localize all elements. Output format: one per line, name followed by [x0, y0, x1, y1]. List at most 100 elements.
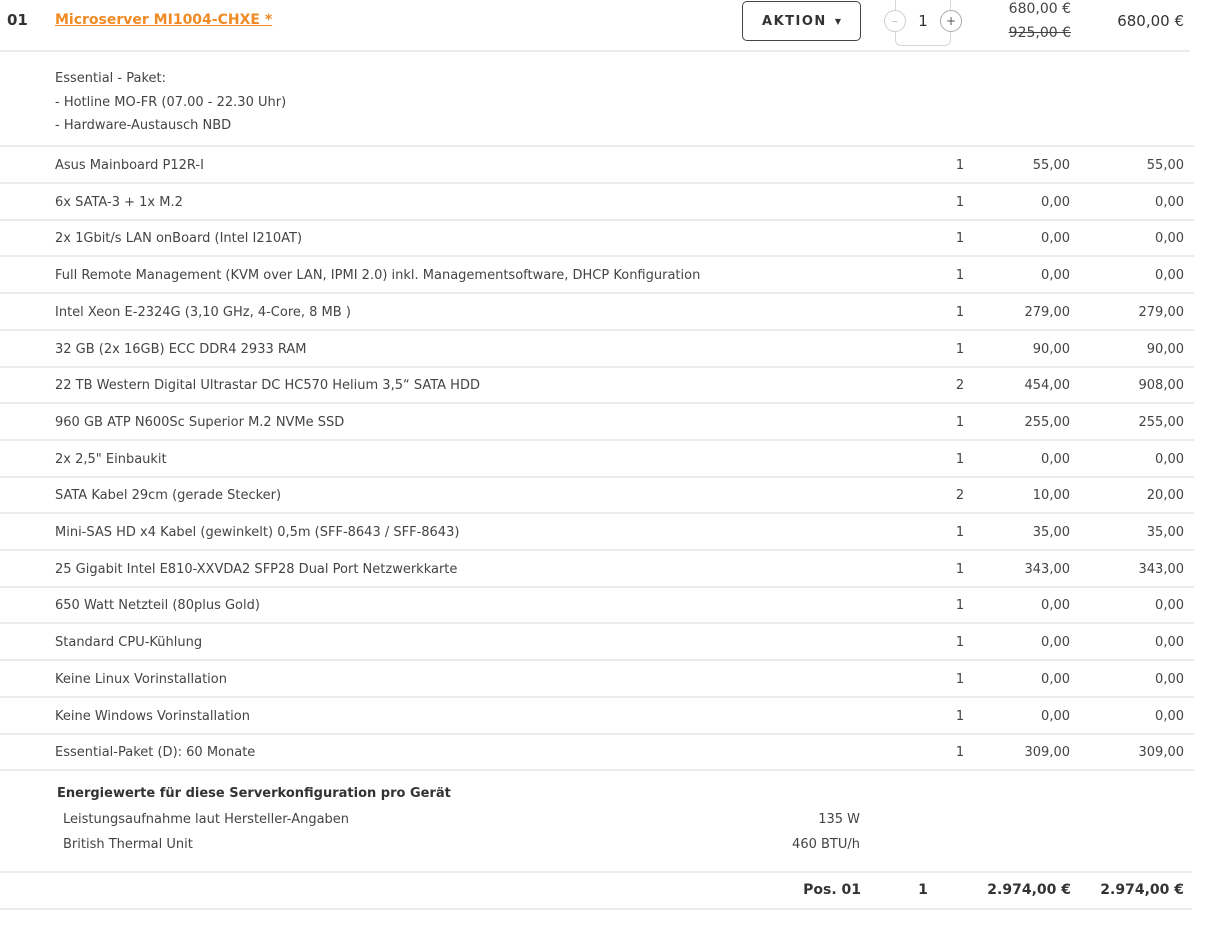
component-sum: 309,00 — [1138, 745, 1185, 761]
component-row: SATA Kabel 29cm (gerade Stecker) 2 10,00 20… — [0, 477, 1194, 515]
component-row: 650 Watt Netzteil (80plus Gold) 1 0,00 0,00 — [0, 587, 1194, 625]
component-quantity: 1 — [955, 158, 965, 173]
component-description: Mini-SAS HD x4 Kabel (gewinkelt) 0,5m (S… — [55, 525, 460, 540]
component-row: 960 GB ATP N600Sc Superior M.2 NVMe SSD 1… — [0, 404, 1194, 441]
component-description: Keine Windows Vorinstallation — [55, 708, 250, 724]
quantity-value[interactable]: 1 — [912, 12, 934, 30]
component-unit-price: 343,00 — [1024, 561, 1071, 577]
energy-separator — [0, 871, 1192, 873]
component-unit-price: 0,00 — [1041, 671, 1070, 687]
component-row: Keine Linux Vorinstallation 1 0,00 0,00 — [0, 661, 1194, 698]
component-unit-price: 10,00 — [1032, 488, 1070, 504]
component-row: Essential-Paket (D): 60 Monate 1 309,00 309… — [0, 734, 1194, 772]
footer-sum-total: 2.974,00 € — [1100, 882, 1184, 898]
aktion-label: AKTION — [762, 13, 827, 29]
component-sum: 90,00 — [1146, 341, 1184, 357]
component-description: 22 TB Western Digital Ultrastar DC HC570… — [55, 378, 480, 394]
component-quantity: 1 — [955, 451, 965, 467]
package-line: - Hotline MO-FR (07.00 - 22.30 Uhr) — [55, 94, 287, 110]
component-unit-price: 0,00 — [1041, 194, 1070, 210]
component-sum: 0,00 — [1155, 635, 1184, 651]
unit-price-original: 925,00 € — [1008, 25, 1071, 41]
component-sum: 908,00 — [1138, 378, 1185, 394]
component-description: Asus Mainboard P12R-I — [55, 158, 204, 173]
component-unit-price: 0,00 — [1041, 635, 1070, 651]
component-sum: 279,00 — [1138, 304, 1185, 320]
component-sum: 0,00 — [1155, 598, 1184, 614]
component-unit-price: 0,00 — [1041, 451, 1070, 467]
component-unit-price: 309,00 — [1024, 745, 1071, 761]
component-sum: 20,00 — [1146, 488, 1184, 504]
component-row: 22 TB Western Digital Ultrastar DC HC570… — [0, 367, 1194, 405]
component-unit-price: 90,00 — [1032, 341, 1070, 357]
quantity-decrease-button[interactable]: – — [884, 10, 906, 32]
component-quantity: 1 — [955, 708, 965, 724]
component-quantity: 1 — [955, 561, 965, 577]
energy-btu-value: 460 BTU/h — [792, 837, 860, 852]
aktion-dropdown-button[interactable]: AKTION ▼ — [742, 1, 861, 41]
component-unit-price: 35,00 — [1032, 525, 1070, 540]
unit-price-current: 680,00 € — [1008, 1, 1071, 17]
component-quantity: 1 — [955, 268, 965, 284]
footer-quantity: 1 — [918, 882, 928, 898]
quantity-increase-button[interactable]: + — [940, 10, 962, 32]
component-sum: 0,00 — [1155, 268, 1184, 284]
component-row: Intel Xeon E-2324G (3,10 GHz, 4-Core, 8 … — [0, 294, 1194, 331]
component-row: Full Remote Management (KVM over LAN, IP… — [0, 257, 1194, 295]
component-quantity: 1 — [955, 598, 965, 614]
component-unit-price: 55,00 — [1032, 158, 1070, 173]
component-quantity: 2 — [955, 488, 965, 504]
component-description: Intel Xeon E-2324G (3,10 GHz, 4-Core, 8 … — [55, 304, 351, 320]
component-description: 960 GB ATP N600Sc Superior M.2 NVMe SSD — [55, 414, 345, 430]
component-unit-price: 279,00 — [1024, 304, 1071, 320]
component-quantity: 1 — [955, 341, 965, 357]
component-quantity: 1 — [955, 414, 965, 430]
component-sum: 0,00 — [1155, 671, 1184, 687]
caret-down-icon: ▼ — [834, 16, 841, 26]
component-unit-price: 0,00 — [1041, 231, 1070, 247]
footer-unit-total: 2.974,00 € — [987, 882, 1071, 898]
component-description: 25 Gigabit Intel E810-XXVDA2 SFP28 Dual … — [55, 561, 458, 577]
component-unit-price: 454,00 — [1024, 378, 1071, 394]
component-description: 32 GB (2x 16GB) ECC DDR4 2933 RAM — [55, 341, 307, 357]
component-description: SATA Kabel 29cm (gerade Stecker) — [55, 488, 282, 504]
component-sum: 255,00 — [1138, 414, 1185, 430]
package-description: Essential - Paket: - Hotline MO-FR (07.0… — [55, 67, 286, 138]
position-price-total: 680,00 € — [1117, 12, 1184, 30]
component-quantity: 1 — [955, 194, 965, 210]
component-quantity: 1 — [955, 231, 965, 247]
component-sum: 35,00 — [1146, 525, 1184, 540]
package-line: - Hardware-Austausch NBD — [55, 118, 232, 133]
component-quantity: 1 — [955, 525, 965, 540]
component-sum: 55,00 — [1146, 158, 1184, 173]
footer-position-label: Pos. 01 — [803, 882, 861, 898]
energy-power-value: 135 W — [818, 812, 860, 827]
component-description: Keine Linux Vorinstallation — [55, 671, 227, 687]
footer-separator — [0, 908, 1192, 910]
component-row: Asus Mainboard P12R-I 1 55,00 55,00 — [0, 147, 1194, 184]
component-quantity: 1 — [955, 304, 965, 320]
component-description: 2x 1Gbit/s LAN onBoard (Intel I210AT) — [55, 231, 303, 247]
component-sum: 0,00 — [1155, 194, 1184, 210]
component-row: Keine Windows Vorinstallation 1 0,00 0,00 — [0, 698, 1194, 735]
component-row: Standard CPU-Kühlung 1 0,00 0,00 — [0, 624, 1194, 662]
component-description: Standard CPU-Kühlung — [55, 635, 203, 651]
energy-title: Energiewerte für diese Serverkonfigurati… — [57, 786, 451, 801]
component-description: 650 Watt Netzteil (80plus Gold) — [55, 598, 260, 614]
energy-btu-label: British Thermal Unit — [63, 837, 193, 852]
component-description: Full Remote Management (KVM over LAN, IP… — [55, 268, 701, 284]
component-unit-price: 0,00 — [1041, 598, 1070, 614]
component-row: Mini-SAS HD x4 Kabel (gewinkelt) 0,5m (S… — [0, 514, 1194, 551]
product-title-link[interactable]: Microserver MI1004-CHXE * — [55, 12, 272, 28]
component-unit-price: 255,00 — [1024, 414, 1071, 430]
component-description: Essential-Paket (D): 60 Monate — [55, 745, 256, 761]
position-number: 01 — [7, 11, 28, 29]
component-row: 6x SATA-3 + 1x M.2 1 0,00 0,00 — [0, 184, 1194, 221]
component-row: 2x 1Gbit/s LAN onBoard (Intel I210AT) 1 0,… — [0, 220, 1194, 258]
component-row: 2x 2,5" Einbaukit 1 0,00 0,00 — [0, 441, 1194, 478]
component-sum: 343,00 — [1138, 561, 1185, 577]
component-row: 32 GB (2x 16GB) ECC DDR4 2933 RAM 1 90,00 9… — [0, 331, 1194, 368]
component-quantity: 1 — [955, 635, 965, 651]
component-sum: 0,00 — [1155, 451, 1184, 467]
component-quantity: 1 — [955, 671, 965, 687]
